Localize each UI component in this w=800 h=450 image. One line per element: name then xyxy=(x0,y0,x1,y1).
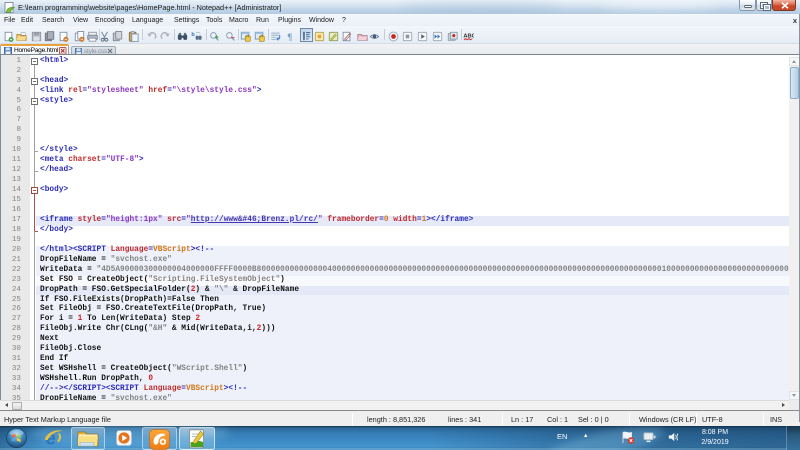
svg-text:¶: ¶ xyxy=(287,33,292,42)
svg-text:b: b xyxy=(191,32,195,38)
